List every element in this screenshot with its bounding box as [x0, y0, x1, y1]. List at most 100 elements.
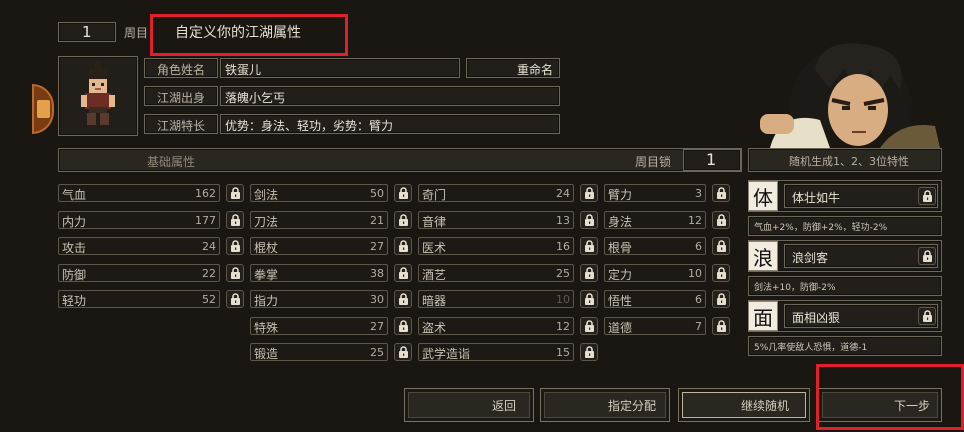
- lock-icon[interactable]: [580, 210, 598, 229]
- lock-icon[interactable]: [580, 237, 598, 255]
- traits-header: 随机生成1、2、3位特性: [748, 148, 942, 172]
- lock-icon[interactable]: [712, 210, 730, 229]
- basic-attributes-header: 基础属性 周目锁 1: [58, 148, 742, 172]
- attribute-name: 音律: [422, 214, 447, 229]
- attribute-name: 指力: [254, 294, 279, 308]
- origin-label-box: 江湖出身: [144, 86, 218, 106]
- trait-description: 剑法+10，防御-2%: [754, 283, 836, 293]
- lock-icon[interactable]: [226, 184, 244, 202]
- lock-icon[interactable]: [580, 316, 598, 335]
- hero-portrait-icon: [760, 43, 940, 148]
- basic-attributes-title: 基础属性: [147, 155, 196, 169]
- lock-icon[interactable]: [394, 237, 412, 255]
- trait-name: 面相凶狠: [792, 311, 841, 325]
- lock-icon[interactable]: [712, 316, 730, 335]
- lock-icon[interactable]: [394, 343, 412, 361]
- name-field[interactable]: 铁蛋儿: [220, 58, 460, 78]
- rename-button[interactable]: 重命名: [466, 58, 560, 78]
- name-label-box: 角色姓名: [144, 58, 218, 78]
- cycle-number: 1: [82, 23, 92, 41]
- lock-icon[interactable]: [712, 263, 730, 282]
- attribute-value: 38: [370, 266, 384, 280]
- attribute-value: 25: [556, 266, 570, 280]
- title-highlight-box: [150, 14, 348, 56]
- lock-icon[interactable]: [226, 237, 244, 255]
- attribute-value: 12: [556, 319, 570, 333]
- attribute-col3-row-6: 武学造诣 15: [418, 343, 574, 361]
- attribute-col2-row-0: 剑法 50: [250, 184, 388, 202]
- character-creation-screen: 1 周目 自定义你的江湖属性 角色姓名 铁蛋儿 重命名 江湖出身 落魄小乞丐 江…: [0, 0, 964, 432]
- cycle-lock-label: 周目锁: [635, 155, 672, 169]
- trait-name: 体壮如牛: [792, 191, 841, 205]
- trait-description: 5%几率使敌人恐惧，道德-1: [754, 343, 868, 353]
- lock-icon[interactable]: [712, 290, 730, 308]
- attribute-name: 臂力: [608, 188, 633, 202]
- lock-icon[interactable]: [226, 290, 244, 308]
- attribute-value: 25: [370, 346, 384, 359]
- attribute-value: 22: [202, 266, 216, 280]
- attribute-col2-row-2: 棍杖 27: [250, 237, 388, 255]
- attribute-col4-row-1: 身法 12: [604, 210, 706, 229]
- cycle-lock-value: 1: [706, 150, 717, 169]
- lock-icon[interactable]: [580, 343, 598, 361]
- cycle-lock-value-box[interactable]: 1: [683, 149, 741, 171]
- side-emblem-icon[interactable]: [32, 84, 54, 134]
- attribute-name: 内力: [62, 214, 87, 229]
- attribute-col4-row-0: 臂力 3: [604, 184, 706, 202]
- lock-icon[interactable]: [580, 184, 598, 202]
- reroll-button[interactable]: 继续随机: [678, 388, 810, 422]
- cycle-label: 周目: [124, 26, 149, 40]
- attribute-col1-row-0: 气血 162: [58, 184, 220, 202]
- name-label: 角色姓名: [157, 63, 206, 77]
- lock-icon[interactable]: [394, 290, 412, 308]
- attribute-value: 50: [370, 187, 384, 200]
- lock-icon[interactable]: [580, 263, 598, 282]
- lock-icon[interactable]: [580, 290, 598, 308]
- attribute-value: 7: [695, 319, 702, 333]
- lock-icon[interactable]: [394, 263, 412, 282]
- attribute-name: 锻造: [254, 347, 279, 361]
- attribute-col1-row-3: 防御 22: [58, 263, 220, 282]
- lock-icon[interactable]: [394, 316, 412, 335]
- attribute-col1-row-1: 内力 177: [58, 210, 220, 229]
- attribute-col2-row-6: 锻造 25: [250, 343, 388, 361]
- specialty-label-box: 江湖特长: [144, 114, 218, 134]
- attribute-name: 身法: [608, 214, 633, 229]
- attribute-name: 武学造诣: [422, 347, 471, 361]
- lock-icon[interactable]: [394, 184, 412, 202]
- attribute-col1-row-2: 攻击 24: [58, 237, 220, 255]
- lock-icon[interactable]: [712, 184, 730, 202]
- back-button[interactable]: 返回: [404, 388, 534, 422]
- attribute-col3-row-2: 医术 16: [418, 237, 574, 255]
- attribute-value: 15: [556, 346, 570, 359]
- attribute-value: 27: [370, 319, 384, 333]
- attribute-name: 盗术: [422, 320, 447, 335]
- lock-icon[interactable]: [226, 263, 244, 282]
- back-button-label: 返回: [491, 398, 516, 413]
- attribute-name: 医术: [422, 241, 447, 255]
- trait-lock-icon[interactable]: [918, 307, 936, 325]
- lock-icon[interactable]: [712, 237, 730, 255]
- attribute-value: 13: [556, 213, 570, 227]
- attribute-col4-row-4: 悟性 6: [604, 290, 706, 308]
- attribute-value: 27: [370, 240, 384, 253]
- attribute-name: 剑法: [254, 188, 279, 202]
- assign-button[interactable]: 指定分配: [540, 388, 670, 422]
- attribute-name: 暗器: [422, 294, 447, 308]
- specialty-value: 优势：身法、轻功，劣势：臂力: [225, 119, 394, 133]
- attribute-col1-row-4: 轻功 52: [58, 290, 220, 308]
- attribute-value: 10: [688, 266, 702, 280]
- attribute-value: 3: [695, 187, 702, 200]
- attribute-col4-row-5: 道德 7: [604, 316, 706, 335]
- trait-glyph-icon: 体: [748, 181, 778, 211]
- attribute-name: 酒艺: [422, 267, 447, 282]
- attribute-col2-row-5: 特殊 27: [250, 316, 388, 335]
- specialty-label: 江湖特长: [157, 119, 206, 133]
- trait-lock-icon[interactable]: [918, 247, 936, 265]
- lock-icon[interactable]: [226, 210, 244, 229]
- trait-glyph-icon: 浪: [748, 241, 778, 271]
- attribute-col4-row-2: 根骨 6: [604, 237, 706, 255]
- attribute-name: 棍杖: [254, 241, 279, 255]
- trait-lock-icon[interactable]: [918, 187, 936, 205]
- lock-icon[interactable]: [394, 210, 412, 229]
